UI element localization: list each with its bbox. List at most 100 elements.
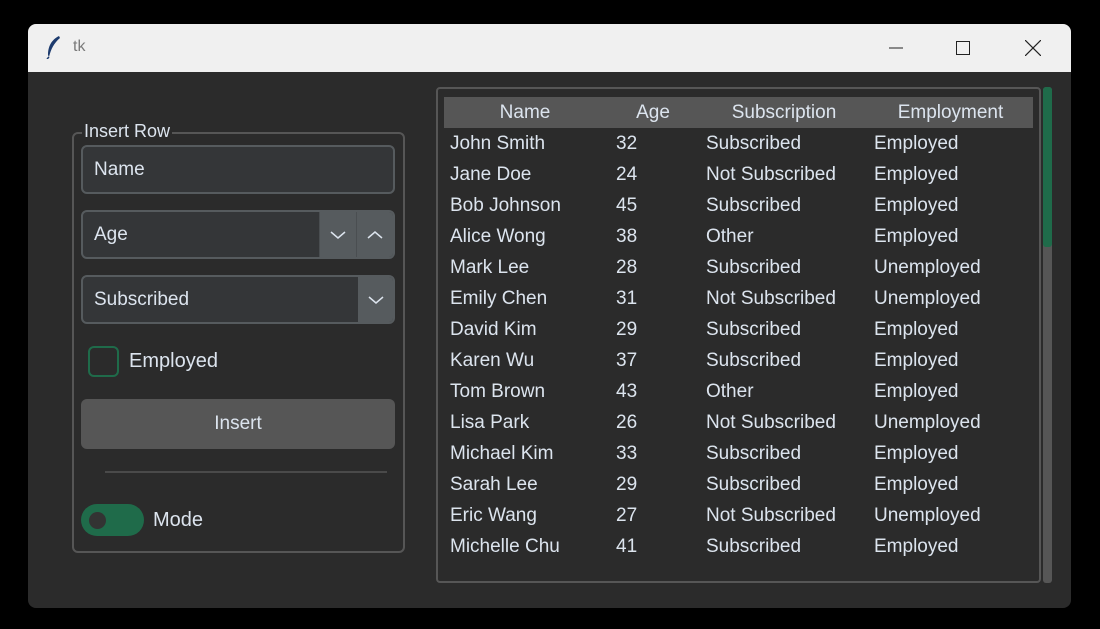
mode-label: Mode <box>153 508 204 531</box>
cell-age: 43 <box>616 380 638 402</box>
title-bar: tk <box>28 24 1071 72</box>
cell-employment: Employed <box>874 349 959 371</box>
cell-name: Emily Chen <box>450 287 548 309</box>
table-scrollbar[interactable] <box>1043 87 1052 583</box>
cell-age: 45 <box>616 194 638 216</box>
table-row[interactable]: Karen Wu 37 Subscribed Employed <box>444 345 1033 376</box>
cell-name: David Kim <box>450 318 537 340</box>
cell-subscription: Subscribed <box>706 318 802 340</box>
name-placeholder: Name <box>94 158 145 180</box>
cell-employment: Employed <box>874 225 959 247</box>
chevron-up-icon <box>367 230 383 239</box>
column-header-employment[interactable]: Employment <box>868 97 1033 128</box>
table-body: John Smith 32 Subscribed Employed Jane Doe 24… <box>444 128 1033 562</box>
subscription-dropdown-button[interactable] <box>358 277 393 322</box>
table-row[interactable]: Bob Johnson 45 Subscribed Employed <box>444 190 1033 221</box>
table-row[interactable]: John Smith 32 Subscribed Employed <box>444 128 1033 159</box>
column-header-name[interactable]: Name <box>444 97 606 128</box>
cell-subscription: Subscribed <box>706 442 802 464</box>
cell-age: 37 <box>616 349 638 371</box>
insert-button-label: Insert <box>214 413 262 434</box>
cell-name: Mark Lee <box>450 256 530 278</box>
cell-employment: Employed <box>874 318 959 340</box>
cell-employment: Employed <box>874 194 959 216</box>
name-input[interactable]: Name <box>81 145 395 194</box>
insert-button[interactable]: Insert <box>81 399 395 449</box>
cell-name: Michelle Chu <box>450 535 560 557</box>
cell-name: Bob Johnson <box>450 194 561 216</box>
minimize-button[interactable] <box>861 24 931 72</box>
employed-label: Employed <box>129 350 218 372</box>
table-row[interactable]: Tom Brown 43 Other Employed <box>444 376 1033 407</box>
chevron-down-icon <box>330 230 346 239</box>
cell-employment: Employed <box>874 163 959 185</box>
cell-employment: Employed <box>874 380 959 402</box>
age-placeholder: Age <box>94 223 128 245</box>
table-header: Name Age Subscription Employment <box>444 97 1033 128</box>
cell-subscription: Not Subscribed <box>706 287 836 309</box>
cell-name: Lisa Park <box>450 411 530 433</box>
employed-checkbox-row[interactable]: Employed <box>88 346 218 377</box>
table-row[interactable]: Michael Kim 33 Subscribed Employed <box>444 438 1033 469</box>
table-row[interactable]: Eric Wang 27 Not Subscribed Unemployed <box>444 500 1033 531</box>
table-row[interactable]: Alice Wong 38 Other Employed <box>444 221 1033 252</box>
subscription-combobox[interactable]: Subscribed <box>81 275 395 324</box>
app-window: tk Insert Row Name Age Subscribed Employ… <box>28 24 1071 608</box>
column-header-subscription[interactable]: Subscription <box>700 97 868 128</box>
cell-age: 26 <box>616 411 638 433</box>
age-increment-button[interactable] <box>356 212 393 257</box>
table-row[interactable]: David Kim 29 Subscribed Employed <box>444 314 1033 345</box>
cell-subscription: Subscribed <box>706 535 802 557</box>
mode-switch-knob <box>89 512 106 529</box>
mode-switch-row[interactable]: Mode <box>81 504 203 536</box>
table-row[interactable]: Sarah Lee 29 Subscribed Employed <box>444 469 1033 500</box>
cell-age: 29 <box>616 473 638 495</box>
table-row[interactable]: Mark Lee 28 Subscribed Unemployed <box>444 252 1033 283</box>
close-icon <box>1025 40 1041 56</box>
cell-age: 27 <box>616 504 638 526</box>
cell-subscription: Subscribed <box>706 194 802 216</box>
separator <box>105 471 387 473</box>
cell-employment: Unemployed <box>874 256 981 278</box>
cell-age: 31 <box>616 287 638 309</box>
data-table: Name Age Subscription Employment John Sm… <box>436 87 1041 583</box>
chevron-down-icon <box>368 295 383 304</box>
maximize-icon <box>956 41 970 55</box>
window-title: tk <box>73 38 86 55</box>
cell-subscription: Other <box>706 380 754 402</box>
table-row[interactable]: Jane Doe 24 Not Subscribed Employed <box>444 159 1033 190</box>
cell-subscription: Subscribed <box>706 473 802 495</box>
cell-age: 38 <box>616 225 638 247</box>
cell-employment: Employed <box>874 535 959 557</box>
maximize-button[interactable] <box>928 24 998 72</box>
insert-row-frame <box>72 132 405 553</box>
column-header-age[interactable]: Age <box>606 97 700 128</box>
feather-icon <box>46 36 60 59</box>
age-decrement-button[interactable] <box>319 212 356 257</box>
cell-name: Alice Wong <box>450 225 546 247</box>
cell-employment: Employed <box>874 132 959 154</box>
mode-switch[interactable] <box>81 504 144 536</box>
cell-subscription: Not Subscribed <box>706 411 836 433</box>
employed-checkbox[interactable] <box>88 346 119 377</box>
table-row[interactable]: Emily Chen 31 Not Subscribed Unemployed <box>444 283 1033 314</box>
cell-name: Tom Brown <box>450 380 546 402</box>
table-row[interactable]: Lisa Park 26 Not Subscribed Unemployed <box>444 407 1033 438</box>
table-row[interactable]: Michelle Chu 41 Subscribed Employed <box>444 531 1033 562</box>
cell-subscription: Subscribed <box>706 256 802 278</box>
close-button[interactable] <box>998 24 1068 72</box>
cell-age: 29 <box>616 318 638 340</box>
scrollbar-thumb[interactable] <box>1043 87 1052 247</box>
cell-name: Eric Wang <box>450 504 537 526</box>
cell-age: 41 <box>616 535 638 557</box>
minimize-icon <box>889 47 903 49</box>
cell-age: 32 <box>616 132 638 154</box>
cell-employment: Employed <box>874 473 959 495</box>
age-spinbox[interactable]: Age <box>81 210 395 259</box>
cell-subscription: Not Subscribed <box>706 504 836 526</box>
cell-subscription: Subscribed <box>706 349 802 371</box>
cell-age: 33 <box>616 442 638 464</box>
cell-name: Jane Doe <box>450 163 532 185</box>
cell-employment: Unemployed <box>874 504 981 526</box>
cell-employment: Employed <box>874 442 959 464</box>
